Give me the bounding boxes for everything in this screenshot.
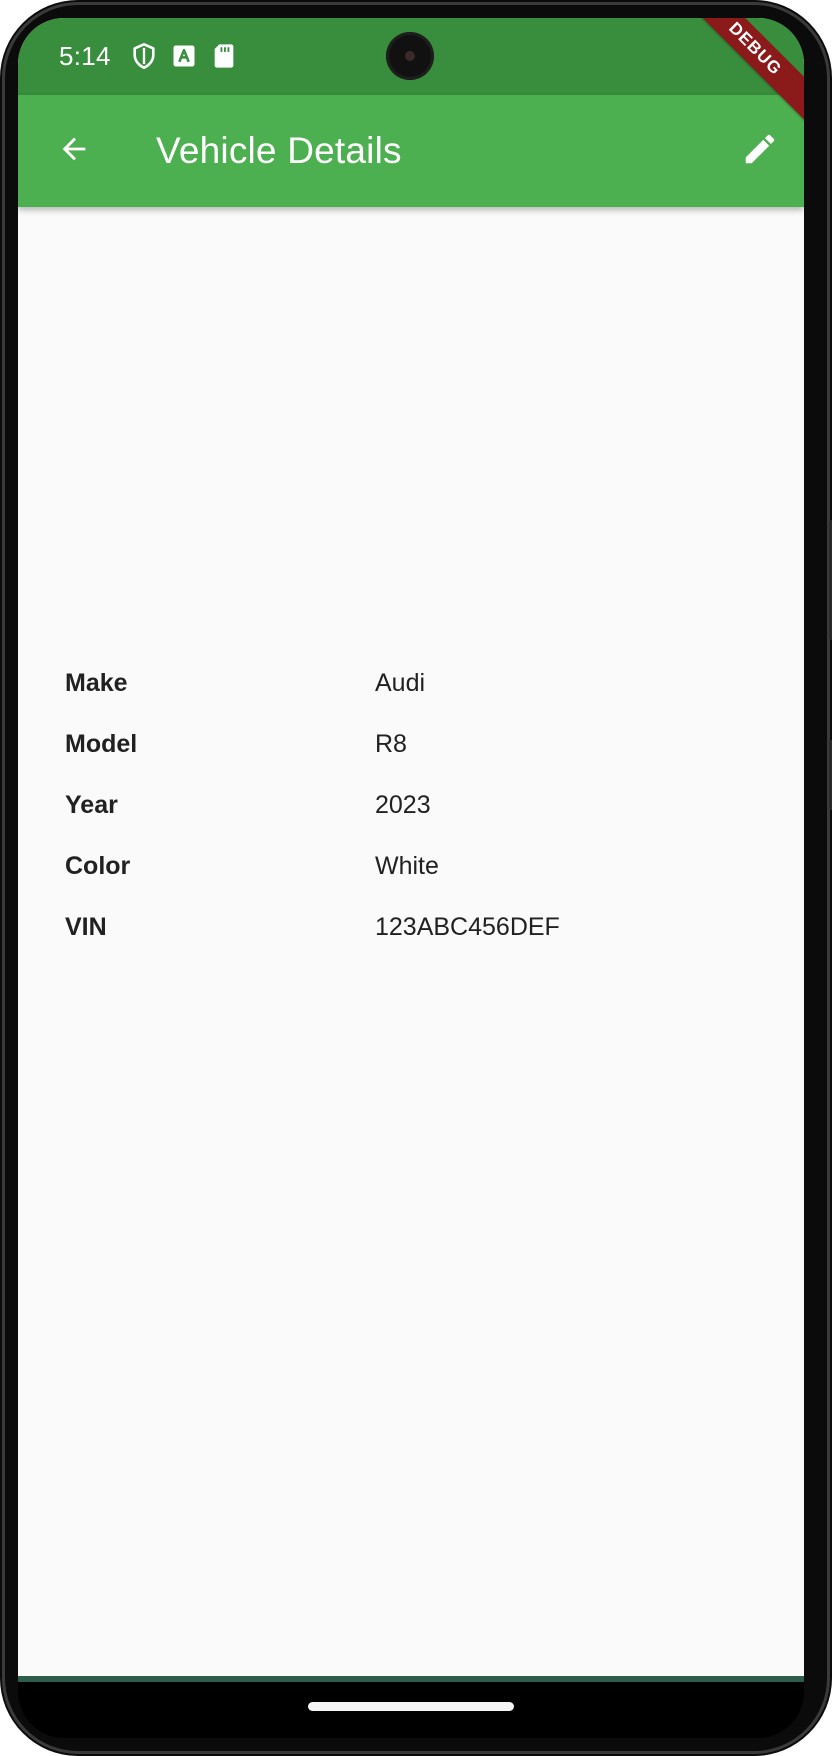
arrow-back-icon <box>57 132 91 171</box>
edit-button[interactable] <box>734 125 786 177</box>
detail-row-model: Model R8 <box>65 728 765 789</box>
detail-row-vin: VIN 123ABC456DEF <box>65 911 765 972</box>
navigation-bar <box>18 1682 804 1738</box>
detail-label: Model <box>65 730 138 758</box>
front-camera <box>386 32 434 80</box>
detail-value: 123ABC456DEF <box>375 913 560 941</box>
detail-row-color: Color White <box>65 850 765 911</box>
detail-row-year: Year 2023 <box>65 789 765 850</box>
screen: 5:14 Vehicle Details DEBUG Make Audi Mod… <box>18 18 804 1682</box>
detail-row-make: Make Audi <box>65 667 765 728</box>
page-title: Vehicle Details <box>156 130 402 171</box>
status-time: 5:14 <box>59 41 111 71</box>
detail-label: Year <box>65 791 118 819</box>
phone-frame: 5:14 Vehicle Details DEBUG Make Audi Mod… <box>0 0 832 1756</box>
detail-label: VIN <box>65 913 107 941</box>
a-letter-icon <box>170 42 198 70</box>
detail-value: R8 <box>375 730 407 758</box>
pencil-icon <box>741 130 779 173</box>
sd-card-icon <box>210 42 238 70</box>
back-button[interactable] <box>48 125 100 177</box>
detail-value: Audi <box>375 669 426 697</box>
content-area: Make Audi Model R8 Year 2023 Color White… <box>18 207 804 1682</box>
detail-value: White <box>375 852 439 880</box>
vehicle-details-table: Make Audi Model R8 Year 2023 Color White… <box>65 667 765 972</box>
app-bar: Vehicle Details <box>18 95 804 207</box>
home-indicator[interactable] <box>308 1702 514 1711</box>
status-bar: 5:14 <box>18 18 804 95</box>
detail-value: 2023 <box>375 791 431 819</box>
detail-label: Color <box>65 852 131 880</box>
shield-icon <box>130 42 158 70</box>
detail-label: Make <box>65 669 128 697</box>
